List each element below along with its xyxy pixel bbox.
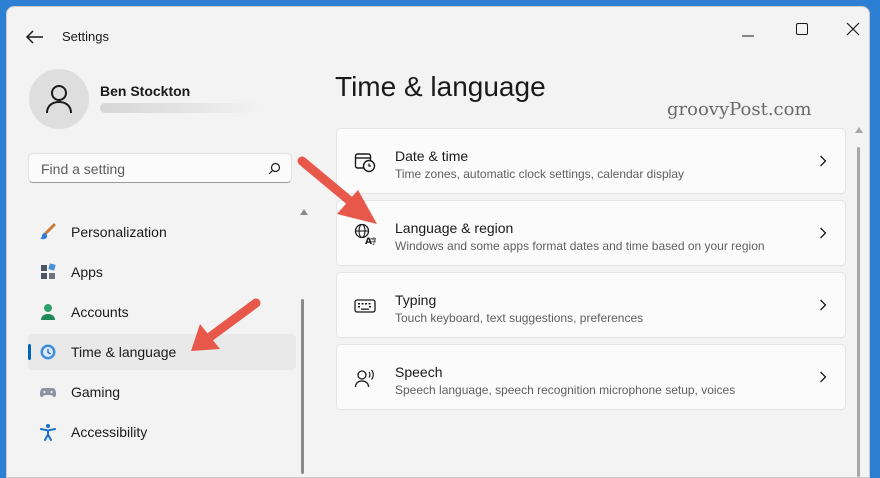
accessibility-icon	[40, 424, 56, 441]
back-arrow-icon[interactable]	[25, 29, 45, 45]
app-title: Settings	[62, 29, 109, 44]
apps-icon	[41, 263, 56, 279]
card-description: Speech language, speech recognition micr…	[395, 383, 736, 397]
sidebar-item-accounts[interactable]: Accounts	[28, 294, 296, 330]
sidebar-item-time-language[interactable]: Time & language	[28, 334, 296, 370]
chevron-right-icon	[820, 227, 827, 239]
sidebar-item-label: Apps	[71, 264, 103, 280]
scroll-up-icon[interactable]	[300, 209, 308, 215]
svg-text:字: 字	[370, 236, 376, 245]
user-email-blurred	[100, 103, 262, 113]
chevron-right-icon	[820, 155, 827, 167]
keyboard-icon	[354, 299, 376, 313]
chevron-right-icon	[820, 371, 827, 383]
card-description: Time zones, automatic clock settings, ca…	[395, 167, 685, 181]
sidebar-scrollbar[interactable]	[301, 299, 304, 474]
paintbrush-icon	[40, 223, 56, 240]
card-title: Date & time	[395, 148, 469, 164]
maximize-icon[interactable]	[795, 22, 809, 36]
search-box[interactable]	[28, 153, 292, 183]
card-language-region[interactable]: A 字 Language & region Windows and some a…	[336, 200, 846, 266]
card-typing[interactable]: Typing Touch keyboard, text suggestions,…	[336, 272, 846, 338]
sidebar-item-label: Time & language	[71, 344, 177, 360]
card-speech[interactable]: Speech Speech language, speech recogniti…	[336, 344, 846, 410]
sidebar-item-personalization[interactable]: Personalization	[28, 214, 296, 250]
calendar-clock-icon	[354, 153, 376, 173]
card-title: Speech	[395, 364, 443, 380]
sidebar-item-apps[interactable]: Apps	[28, 254, 296, 290]
chevron-right-icon	[820, 299, 827, 311]
search-input[interactable]	[39, 159, 258, 179]
main-scrollbar[interactable]	[857, 147, 860, 477]
clock-globe-icon	[40, 344, 56, 360]
settings-window: Settings Ben Stockton Personalization	[6, 6, 870, 478]
sidebar-item-label: Accessibility	[71, 424, 148, 440]
page-title: Time & language	[335, 71, 546, 102]
search-icon[interactable]	[268, 162, 281, 175]
gamepad-icon	[40, 388, 56, 397]
selection-indicator	[28, 344, 31, 360]
scroll-up-icon[interactable]	[855, 127, 863, 133]
card-date-time[interactable]: Date & time Time zones, automatic clock …	[336, 128, 846, 194]
person-icon	[41, 304, 55, 320]
sidebar-item-label: Personalization	[71, 224, 167, 240]
sidebar-item-label: Gaming	[71, 384, 121, 400]
language-icon: A 字	[354, 223, 376, 245]
user-name: Ben Stockton	[100, 83, 191, 99]
sidebar-item-accessibility[interactable]: Accessibility	[28, 414, 296, 450]
person-icon	[46, 85, 72, 114]
close-icon[interactable]	[845, 21, 861, 37]
watermark: groovyPost.com	[667, 99, 812, 120]
card-description: Windows and some apps format dates and t…	[395, 239, 765, 253]
minimize-icon[interactable]	[741, 29, 755, 43]
avatar[interactable]	[29, 69, 89, 129]
card-title: Typing	[395, 292, 437, 308]
speech-icon	[354, 369, 374, 388]
card-title: Language & region	[395, 220, 514, 236]
sidebar-item-label: Accounts	[71, 304, 129, 320]
card-description: Touch keyboard, text suggestions, prefer…	[395, 311, 644, 325]
sidebar-item-gaming[interactable]: Gaming	[28, 374, 296, 410]
